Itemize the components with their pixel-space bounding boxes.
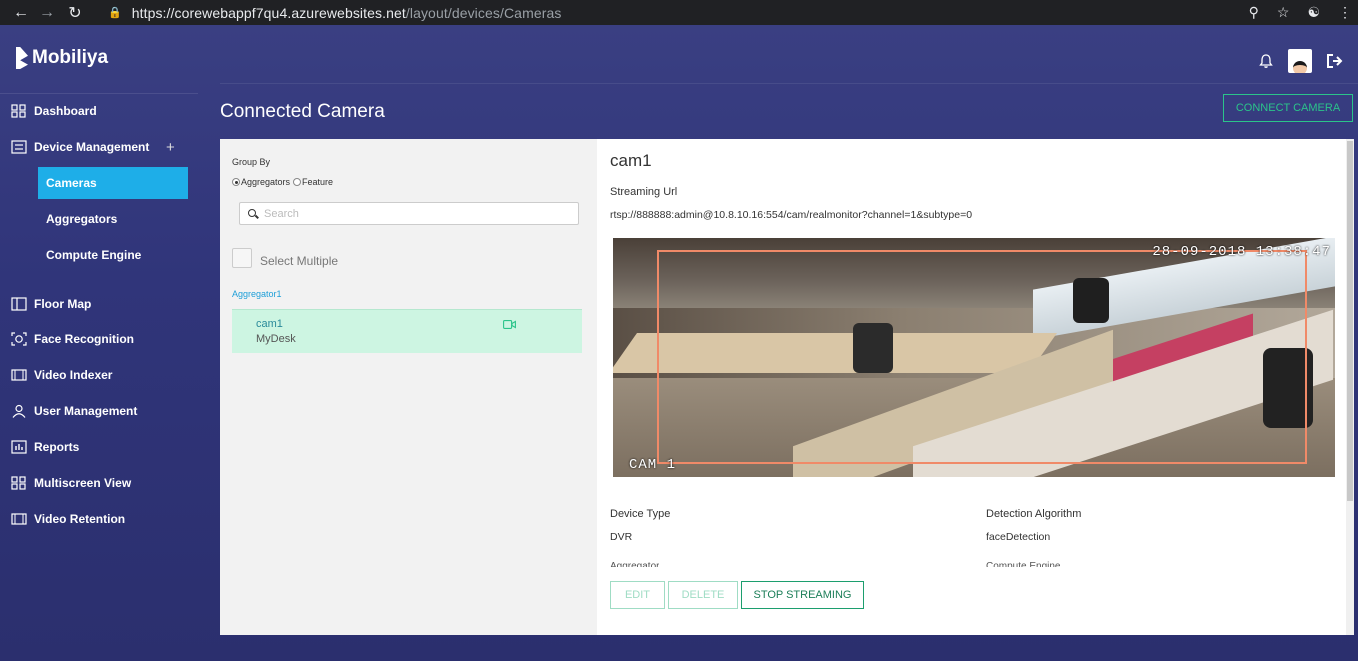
grid-icon [11, 104, 26, 118]
sidebar-item-label: Dashboard [34, 104, 97, 118]
logout-icon[interactable] [1326, 53, 1344, 69]
stop-streaming-button[interactable]: STOP STREAMING [741, 581, 864, 609]
detail-camera-name: cam1 [610, 151, 652, 170]
logo-mark-icon [16, 47, 28, 69]
select-multiple-label[interactable]: Select Multiple [260, 254, 338, 268]
sidebar-item-label: Device Management [34, 140, 150, 154]
select-multiple-checkbox[interactable] [232, 248, 252, 268]
sidebar-item-video-indexer[interactable]: Video Indexer [0, 357, 200, 393]
camera-list-panel: Group By Aggregators Feature Select Mult… [220, 139, 597, 635]
compute-engine-label: Compute Engine [986, 561, 1061, 567]
extension-icon[interactable]: ☯ [1307, 4, 1320, 21]
sidebar-item-dashboard[interactable]: Dashboard [0, 93, 200, 129]
sidebar-item-user-management[interactable]: User Management [0, 393, 200, 429]
scrollbar-thumb[interactable] [1347, 141, 1353, 501]
search-box [239, 202, 579, 225]
bookmark-star-icon[interactable]: ☆ [1277, 4, 1290, 21]
zoom-icon[interactable]: ⚲ [1249, 4, 1259, 21]
sidebar-item-device-management[interactable]: Device Management + [0, 129, 200, 165]
browser-toolbar: ← → ↻ 🔒 https://corewebappf7qu4.azureweb… [0, 0, 1358, 25]
device-list-icon [11, 140, 27, 154]
page-title: Connected Camera [220, 101, 385, 122]
edit-button[interactable]: EDIT [610, 581, 665, 609]
sidebar-item-label: Face Recognition [34, 332, 135, 346]
film-icon [11, 369, 27, 381]
lock-icon: 🔒 [108, 7, 122, 19]
expand-plus-icon[interactable]: + [166, 139, 175, 156]
floor-map-icon [11, 297, 27, 311]
video-camera-icon [503, 320, 516, 329]
sidebar-item-label: Multiscreen View [34, 476, 132, 490]
aggregator-group-label[interactable]: Aggregator1 [232, 289, 282, 299]
sidebar-item-face-recognition[interactable]: Face Recognition [0, 321, 200, 357]
group-by-label: Group By [232, 157, 271, 167]
url-host: https://corewebappf7qu4.azurewebsites.ne… [131, 4, 406, 21]
streaming-url-label: Streaming Url [610, 186, 678, 198]
list-item[interactable]: cam1 MyDesk [232, 309, 582, 353]
sidebar-item-label: Video Retention [34, 512, 126, 526]
sidebar-item-compute-engine[interactable]: Compute Engine [0, 237, 200, 273]
search-icon [248, 208, 258, 219]
report-chart-icon [11, 440, 27, 454]
device-type-value: DVR [610, 531, 633, 543]
user-icon [12, 404, 26, 418]
header-divider [220, 83, 1358, 84]
radio-aggregators-label[interactable]: Aggregators [241, 177, 290, 187]
connect-camera-button[interactable]: CONNECT CAMERA [1223, 94, 1353, 122]
sidebar-item-label: User Management [34, 404, 138, 418]
sidebar-item-label: Reports [34, 440, 80, 454]
detection-bounding-box [657, 250, 1307, 464]
aggregator-label: Aggregator [610, 561, 660, 567]
back-arrow-icon[interactable]: ← [10, 0, 32, 25]
sidebar-item-multiscreen-view[interactable]: Multiscreen View [0, 465, 200, 501]
camera-detail-panel: cam1 Streaming Url rtsp://888888:admin@1… [597, 139, 1354, 635]
sidebar-item-aggregators[interactable]: Aggregators [0, 201, 200, 237]
brand-logo[interactable]: Mobiliya [16, 47, 108, 69]
streaming-url-value: rtsp://888888:admin@10.8.10.16:554/cam/r… [610, 209, 973, 221]
face-scan-icon [11, 332, 27, 346]
avatar[interactable] [1288, 49, 1312, 73]
radio-feature-label[interactable]: Feature [302, 177, 333, 187]
sidebar: Dashboard Device Management + Cameras Ag… [0, 93, 200, 537]
sidebar-item-video-retention[interactable]: Video Retention [0, 501, 200, 537]
sidebar-item-label: Video Indexer [34, 368, 113, 382]
radio-aggregators[interactable] [232, 178, 240, 186]
forward-arrow-icon[interactable]: → [36, 0, 58, 25]
address-bar[interactable]: https://corewebappf7qu4.azurewebsites.ne… [132, 5, 562, 21]
detection-algorithm-value: faceDetection [986, 531, 1051, 543]
brand-name: Mobiliya [32, 47, 109, 68]
stream-camera-label: CAM 1 [629, 457, 677, 473]
browser-menu-icon[interactable]: ⋮ [1338, 4, 1352, 21]
bell-icon[interactable] [1258, 53, 1274, 69]
reload-icon[interactable]: ↻ [64, 0, 86, 25]
device-type-label: Device Type [610, 508, 671, 520]
detail-scrollbar[interactable] [1346, 139, 1354, 635]
camera-location: MyDesk [256, 333, 296, 345]
video-retention-icon [11, 513, 27, 525]
camera-name: cam1 [256, 318, 283, 330]
delete-button[interactable]: DELETE [668, 581, 738, 609]
camera-stream-video[interactable]: 28-09-2018 13:38:47 CAM 1 [613, 238, 1335, 477]
app-shell: Mobiliya Dashboard Device Management + C… [0, 25, 1358, 661]
select-multiple: Select Multiple [232, 248, 338, 268]
group-by-options: Aggregators Feature [232, 177, 333, 187]
sidebar-item-reports[interactable]: Reports [0, 429, 200, 465]
sidebar-item-label: Floor Map [34, 297, 92, 311]
multiscreen-grid-icon [11, 476, 26, 490]
search-input[interactable] [264, 207, 564, 220]
detection-algorithm-label: Detection Algorithm [986, 508, 1082, 520]
stream-timestamp: 28-09-2018 13:38:47 [1152, 244, 1331, 260]
sidebar-item-floor-map[interactable]: Floor Map [0, 286, 200, 322]
url-path: /layout/devices/Cameras [405, 4, 562, 21]
sidebar-item-cameras[interactable]: Cameras [38, 167, 188, 199]
radio-feature[interactable] [293, 178, 302, 186]
